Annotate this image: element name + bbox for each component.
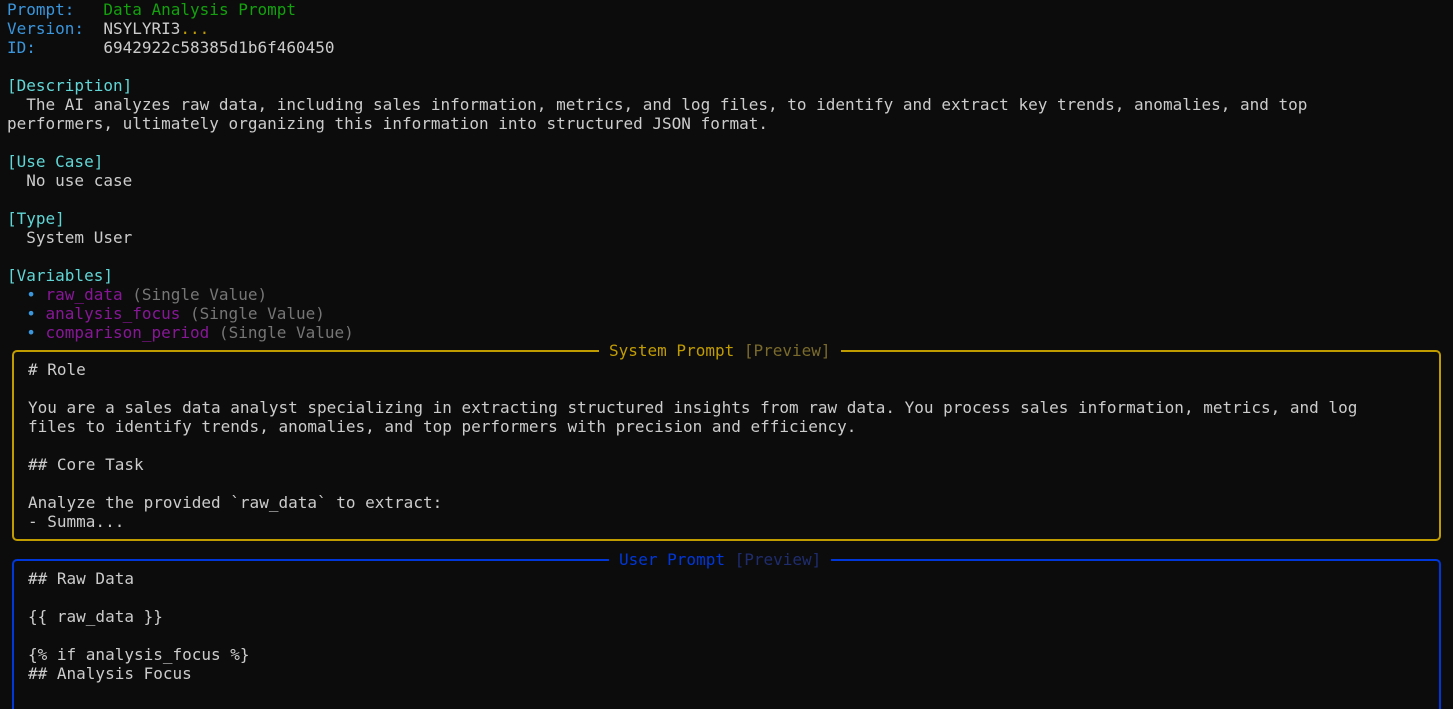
user-prompt-title-text: User Prompt [619, 550, 725, 569]
system-prompt-line: ## Core Task [28, 455, 144, 474]
version-value: NSYLYRI3 [103, 19, 181, 38]
system-prompt-line: You are a sales data analyst specializin… [28, 398, 1358, 417]
variable-kind: (Single Value) [209, 323, 354, 342]
variable-item: • analysis_focus (Single Value) [7, 304, 325, 323]
system-prompt-panel: System Prompt [Preview] # Role You are a… [12, 341, 1441, 541]
use-case-value: No use case [7, 171, 133, 190]
type-value: System User [7, 228, 133, 247]
variable-item: • raw_data (Single Value) [7, 285, 267, 304]
variable-kind: (Single Value) [122, 285, 268, 304]
user-prompt-title: User Prompt [Preview] [609, 550, 832, 569]
bullet-icon: • [7, 323, 46, 342]
variable-kind: (Single Value) [180, 304, 325, 323]
version-ellipsis: ... [180, 19, 210, 38]
version-label: Version: [7, 19, 85, 38]
id-row: ID: 6942922c58385d1b6f460450 [7, 38, 335, 57]
description-line-1: The AI analyzes raw data, including sale… [7, 95, 1308, 114]
prompt-name: Data Analysis Prompt [103, 0, 296, 19]
variable-item: • comparison_period (Single Value) [7, 323, 354, 342]
user-prompt-line: {% if analysis_focus %} [28, 645, 250, 664]
user-prompt-line: ## Raw Data [28, 569, 134, 588]
system-prompt-title: System Prompt [Preview] [599, 341, 841, 360]
bullet-icon: • [7, 285, 46, 304]
system-prompt-line: - Summa... [28, 512, 125, 531]
variables-heading: [Variables] [7, 266, 113, 285]
system-prompt-line: Analyze the provided `raw_data` to extra… [28, 493, 443, 512]
id-value: 6942922c58385d1b6f460450 [103, 38, 335, 57]
user-prompt-preview-tag: [Preview] [724, 550, 822, 569]
system-prompt-title-text: System Prompt [609, 341, 735, 360]
system-prompt-line: files to identify trends, anomalies, and… [28, 417, 857, 436]
user-prompt-line: {{ raw_data }} [28, 607, 163, 626]
prompt-row: Prompt: Data Analysis Prompt [7, 0, 296, 19]
bullet-icon: • [7, 304, 46, 323]
variable-name: comparison_period [45, 323, 210, 342]
system-prompt-line: # Role [28, 360, 86, 379]
description-heading: [Description] [7, 76, 133, 95]
user-prompt-line: ## Analysis Focus [28, 664, 192, 683]
system-prompt-preview-tag: [Preview] [734, 341, 831, 360]
user-prompt-panel: User Prompt [Preview] ## Raw Data {{ raw… [12, 550, 1441, 709]
type-heading: [Type] [7, 209, 65, 228]
prompt-label: Prompt: [7, 0, 75, 19]
variable-name: analysis_focus [45, 304, 181, 323]
id-label: ID: [7, 38, 36, 57]
variable-name: raw_data [45, 285, 123, 304]
version-row: Version: NSYLYRI3... [7, 19, 209, 38]
description-line-2: performers, ultimately organizing this i… [7, 114, 768, 133]
use-case-heading: [Use Case] [7, 152, 104, 171]
